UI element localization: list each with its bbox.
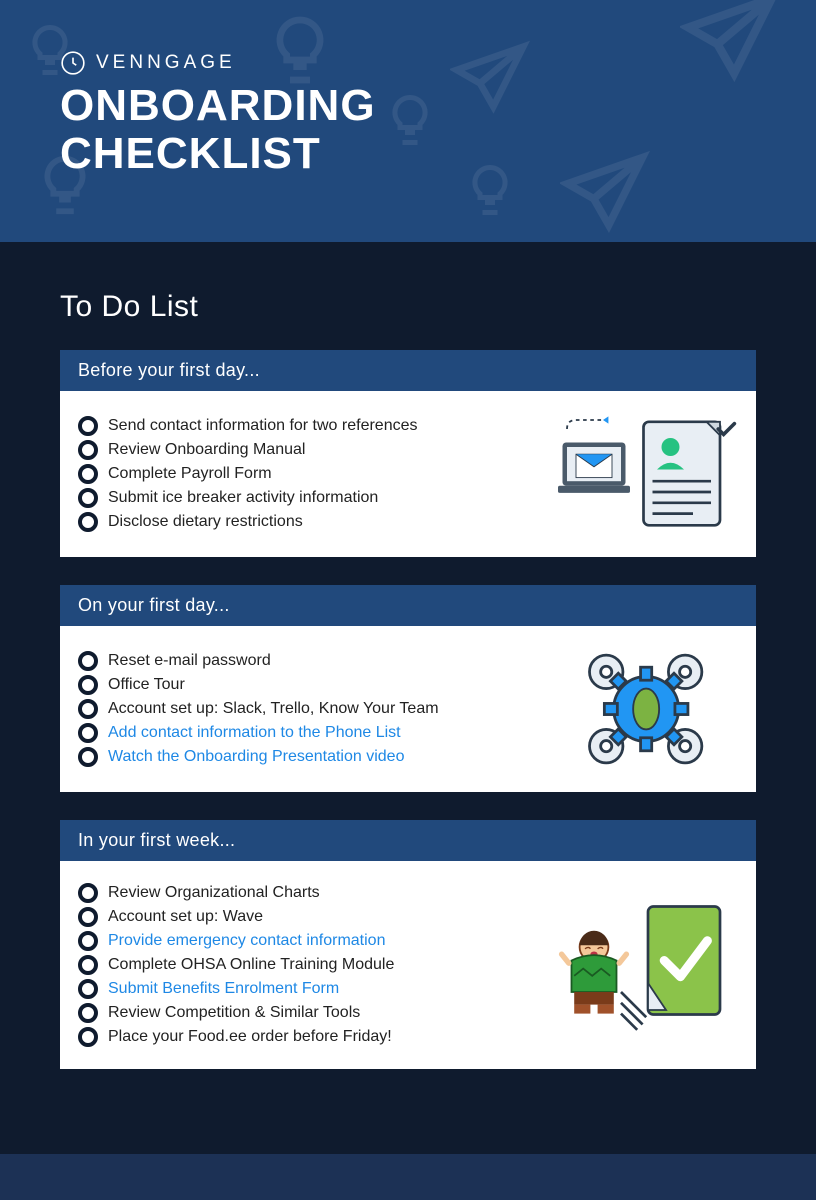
checklist-item-text: Place your Food.ee order before Friday! bbox=[108, 1028, 392, 1046]
checklist-items: Send contact information for two referen… bbox=[78, 412, 538, 536]
checkbox-ring-icon[interactable] bbox=[78, 699, 98, 719]
content: To Do List Before your first day... Send … bbox=[0, 242, 816, 1137]
checklist-item: Submit ice breaker activity information bbox=[78, 488, 538, 508]
checklist-item-link[interactable]: Watch the Onboarding Presentation video bbox=[108, 748, 404, 766]
section-illustration bbox=[558, 644, 738, 774]
header: VENNGAGE ONBOARDING CHECKLIST bbox=[0, 0, 816, 242]
laptop-profile-icon bbox=[558, 409, 738, 539]
checkbox-ring-icon[interactable] bbox=[78, 931, 98, 951]
checkbox-ring-icon[interactable] bbox=[78, 464, 98, 484]
checklist-item-text: Review Onboarding Manual bbox=[108, 441, 305, 459]
todo-heading: To Do List bbox=[60, 290, 756, 324]
checklist-item-link[interactable]: Submit Benefits Enrolment Form bbox=[108, 980, 339, 998]
checklist-item-text: Complete OHSA Online Training Module bbox=[108, 956, 394, 974]
checklist-item-text: Account set up: Wave bbox=[108, 908, 263, 926]
checkbox-ring-icon[interactable] bbox=[78, 747, 98, 767]
section-heading: On your first day... bbox=[60, 585, 756, 626]
checkbox-ring-icon[interactable] bbox=[78, 651, 98, 671]
checklist-item-link[interactable]: Add contact information to the Phone Lis… bbox=[108, 724, 401, 742]
person-checkmark-icon bbox=[558, 890, 738, 1040]
section-illustration bbox=[558, 409, 738, 539]
checklist-item: Disclose dietary restrictions bbox=[78, 512, 538, 532]
checklist-item: Provide emergency contact information bbox=[78, 931, 538, 951]
section-body: Review Organizational Charts Account set … bbox=[60, 861, 756, 1069]
checklist-item: Account set up: Wave bbox=[78, 907, 538, 927]
checklist-item-text: Reset e-mail password bbox=[108, 652, 271, 670]
checkbox-ring-icon[interactable] bbox=[78, 979, 98, 999]
checkbox-ring-icon[interactable] bbox=[78, 512, 98, 532]
footer-bar bbox=[0, 1154, 816, 1200]
checkbox-ring-icon[interactable] bbox=[78, 1027, 98, 1047]
gears-icon bbox=[573, 644, 723, 774]
checklist-items: Review Organizational Charts Account set … bbox=[78, 879, 538, 1051]
checklist-item: Complete Payroll Form bbox=[78, 464, 538, 484]
checklist-items: Reset e-mail password Office Tour Account … bbox=[78, 647, 538, 771]
checklist-item: Account set up: Slack, Trello, Know Your… bbox=[78, 699, 538, 719]
section-heading: Before your first day... bbox=[60, 350, 756, 391]
checkbox-ring-icon[interactable] bbox=[78, 488, 98, 508]
checklist-item: Submit Benefits Enrolment Form bbox=[78, 979, 538, 999]
checklist-item-text: Office Tour bbox=[108, 676, 185, 694]
checklist-item-text: Account set up: Slack, Trello, Know Your… bbox=[108, 700, 439, 718]
clock-icon bbox=[60, 50, 86, 76]
checklist-item-text: Disclose dietary restrictions bbox=[108, 513, 303, 531]
checkbox-ring-icon[interactable] bbox=[78, 883, 98, 903]
section-illustration bbox=[558, 890, 738, 1040]
checklist-item: Complete OHSA Online Training Module bbox=[78, 955, 538, 975]
checklist-item-text: Complete Payroll Form bbox=[108, 465, 272, 483]
section-heading: In your first week... bbox=[60, 820, 756, 861]
checklist-item-text: Send contact information for two referen… bbox=[108, 417, 418, 435]
checklist-item: Review Competition & Similar Tools bbox=[78, 1003, 538, 1023]
section-body: Send contact information for two referen… bbox=[60, 391, 756, 557]
checklist-section: In your first week... Review Organization… bbox=[60, 820, 756, 1069]
checkbox-ring-icon[interactable] bbox=[78, 440, 98, 460]
checklist-item: Send contact information for two referen… bbox=[78, 416, 538, 436]
checklist-section: On your first day... Reset e-mail passwor… bbox=[60, 585, 756, 792]
checkbox-ring-icon[interactable] bbox=[78, 907, 98, 927]
checklist-item: Office Tour bbox=[78, 675, 538, 695]
checklist-item: Reset e-mail password bbox=[78, 651, 538, 671]
page-title: ONBOARDING CHECKLIST bbox=[60, 82, 756, 179]
checklist-item-link[interactable]: Provide emergency contact information bbox=[108, 932, 385, 950]
checklist-item: Watch the Onboarding Presentation video bbox=[78, 747, 538, 767]
checklist-item-text: Review Organizational Charts bbox=[108, 884, 320, 902]
checkbox-ring-icon[interactable] bbox=[78, 416, 98, 436]
brand-name: VENNGAGE bbox=[96, 52, 236, 74]
checklist-item: Review Onboarding Manual bbox=[78, 440, 538, 460]
section-body: Reset e-mail password Office Tour Account … bbox=[60, 626, 756, 792]
checkbox-ring-icon[interactable] bbox=[78, 955, 98, 975]
checklist-section: Before your first day... Send contact inf… bbox=[60, 350, 756, 557]
checkbox-ring-icon[interactable] bbox=[78, 1003, 98, 1023]
checklist-item: Place your Food.ee order before Friday! bbox=[78, 1027, 538, 1047]
checklist-item-text: Submit ice breaker activity information bbox=[108, 489, 378, 507]
checkbox-ring-icon[interactable] bbox=[78, 723, 98, 743]
checklist-item: Review Organizational Charts bbox=[78, 883, 538, 903]
brand: VENNGAGE bbox=[60, 50, 756, 76]
checklist-item-text: Review Competition & Similar Tools bbox=[108, 1004, 360, 1022]
checkbox-ring-icon[interactable] bbox=[78, 675, 98, 695]
checklist-item: Add contact information to the Phone Lis… bbox=[78, 723, 538, 743]
